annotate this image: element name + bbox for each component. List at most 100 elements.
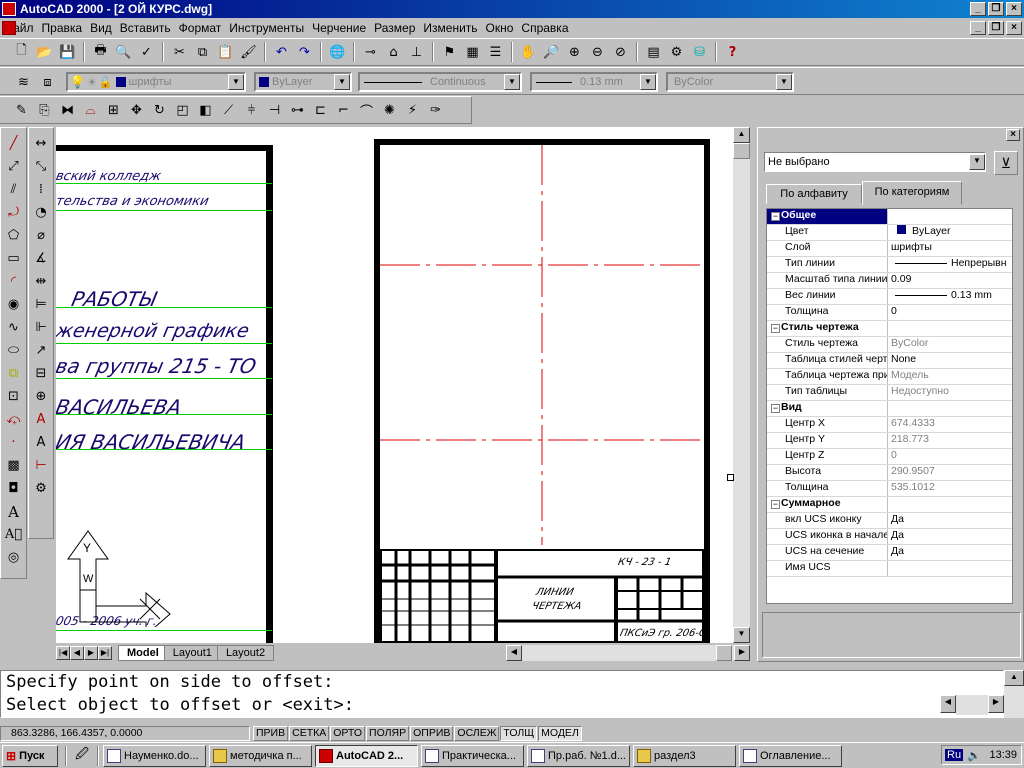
next-tab-icon[interactable]: ▶ [84,646,98,660]
zoom-window-icon[interactable]: ⊕ [563,41,586,63]
stretch-icon[interactable]: ◧ [194,99,217,121]
close-palette-icon[interactable]: × [1006,129,1020,141]
scale-icon[interactable]: ◰ [171,99,194,121]
print-preview-icon[interactable]: 🔍 [112,41,135,63]
cmd-scroll-right-icon[interactable]: ▶ [988,695,1004,713]
property-value[interactable]: Да [888,545,1012,560]
scroll-right-icon[interactable]: ▶ [734,645,750,661]
menu-item[interactable]: Вид [86,21,116,35]
offset-icon[interactable]: ⌓ [79,99,102,121]
property-category[interactable]: − Стиль чертежа [767,321,1012,337]
explode-block-icon[interactable]: ⚡ [401,99,424,121]
named-views-icon[interactable]: ⚑ [438,41,461,63]
explode-icon[interactable]: ✺ [378,99,401,121]
ellipse-icon[interactable]: ⬭ [3,339,25,362]
property-row[interactable]: Цвет ByLayer [767,225,1012,241]
single-text-icon[interactable]: A⃞ [3,523,25,546]
property-row[interactable]: UCS на сечение Да [767,545,1012,561]
property-value[interactable]: Непрерывн [888,257,1012,272]
dimension-style-icon[interactable]: ⚙ [30,477,52,500]
status-toggle[interactable]: ОСЛЕЖ [454,725,500,741]
menu-item[interactable]: Изменить [419,21,481,35]
status-toggle[interactable]: ПРИВ [253,725,289,741]
close-button[interactable]: × [1006,2,1022,16]
array-icon[interactable]: ⊞ [102,99,125,121]
taskbar-button[interactable]: раздел3 [633,744,736,767]
document-icon[interactable] [2,21,16,35]
lineweight-dropdown[interactable]: 0.13 mm ▼ [530,72,658,92]
undo-icon[interactable]: ↶ [270,41,293,63]
status-toggle[interactable]: ТОЛЩ [500,725,538,741]
linetype-dropdown[interactable]: Continuous ▼ [358,72,522,92]
prev-tab-icon[interactable]: ◀ [70,646,84,660]
zoom-realtime-icon[interactable]: 🔎 [540,41,563,63]
menu-item[interactable]: Инструменты [225,21,308,35]
multiline-text-icon[interactable]: A [3,500,25,523]
fillet-icon[interactable]: ⌒ [355,99,378,121]
property-row[interactable]: Вес линии 0.13 mm [767,289,1012,305]
first-tab-icon[interactable]: |◀ [56,646,70,660]
property-value[interactable]: 218.773 [888,433,1012,448]
collapse-icon[interactable]: − [771,324,780,333]
property-value[interactable] [888,561,1012,576]
start-button[interactable]: ⊞ Пуск [2,744,58,767]
break-at-point-icon[interactable]: ⊏ [309,99,332,121]
property-value[interactable]: ByLayer [888,225,1012,240]
rotate-icon[interactable]: ↻ [148,99,171,121]
quick-dimension-icon[interactable]: ⇹ [30,270,52,293]
redo-icon[interactable]: ↷ [293,41,316,63]
line-icon[interactable]: ╱ [3,132,25,155]
last-tab-icon[interactable]: ▶| [98,646,112,660]
edit-polyline-icon[interactable]: ✑ [424,99,447,121]
selection-dropdown[interactable]: Не выбрано ▼ [764,152,986,172]
save-icon[interactable]: 💾 [56,41,79,63]
speaker-icon[interactable]: 🔈 [967,749,981,762]
property-value[interactable]: 0 [888,449,1012,464]
taskbar-button[interactable]: Науменко.do... [103,744,206,767]
property-row[interactable]: Центр Z0 [767,449,1012,465]
menu-item[interactable]: Окно [482,21,518,35]
property-row[interactable]: Высота 290.9507 [767,465,1012,481]
scroll-left-icon[interactable]: ◀ [506,645,522,661]
property-row[interactable]: Толщина 0 [767,305,1012,321]
property-row[interactable]: Центр X 674.4333 [767,417,1012,433]
donut-icon[interactable]: ◎ [3,546,25,569]
maximize-button[interactable]: ❐ [988,2,1004,16]
property-row[interactable]: Таблица стилей черте None [767,353,1012,369]
doc-restore-button[interactable]: ❐ [988,21,1004,35]
polygon-icon[interactable]: ⬠ [3,224,25,247]
menu-item[interactable]: Формат [175,21,226,35]
layer-dropdown[interactable]: 💡 ☀ 🔓 шрифты ▼ [66,72,246,92]
cmd-hscroll[interactable]: ◀ ▶ [940,695,1004,715]
scroll-up-icon[interactable]: ▲ [733,127,750,143]
property-category[interactable]: − Суммарное [767,497,1012,513]
layer-manager-icon[interactable]: ≋ [12,71,35,93]
mirror-icon[interactable]: ⧓ [56,99,79,121]
autocad-app-icon[interactable] [2,2,16,16]
property-row[interactable]: Таблица чертежа прив Модель [767,369,1012,385]
tolerance-icon[interactable]: ⊟ [30,362,52,385]
collapse-icon[interactable]: − [771,500,780,509]
tab-categorized[interactable]: По категориям [862,181,962,205]
move-icon[interactable]: ✥ [125,99,148,121]
tool-palettes-icon[interactable]: ⚙ [665,41,688,63]
property-category[interactable]: − Общее [767,209,1012,225]
quick-launch-icon[interactable]: 🖉 [71,745,93,767]
color-dropdown[interactable]: ByLayer ▼ [254,72,352,92]
pan-icon[interactable]: ✋ [517,41,540,63]
dimension-edit-icon[interactable]: A [30,408,52,431]
property-category[interactable]: − Вид [767,401,1012,417]
cut-icon[interactable]: ✂ [168,41,191,63]
spell-check-icon[interactable]: ✓ [135,41,158,63]
point-marker-icon[interactable]: · [3,431,25,454]
plotstyle-dropdown[interactable]: ByColor ▼ [666,72,794,92]
tab-layout2[interactable]: Layout2 [216,645,275,661]
property-value[interactable]: Недоступно [888,385,1012,400]
match-properties-icon[interactable]: 🖌 [237,41,260,63]
property-value[interactable]: 0 [888,305,1012,320]
dimension-text-edit-icon[interactable]: A [30,431,52,454]
center-mark-icon[interactable]: ⊕ [30,385,52,408]
taskbar-button[interactable]: методичка п... [209,744,312,767]
scroll-thumb[interactable] [733,143,750,159]
property-value[interactable]: Да [888,529,1012,544]
